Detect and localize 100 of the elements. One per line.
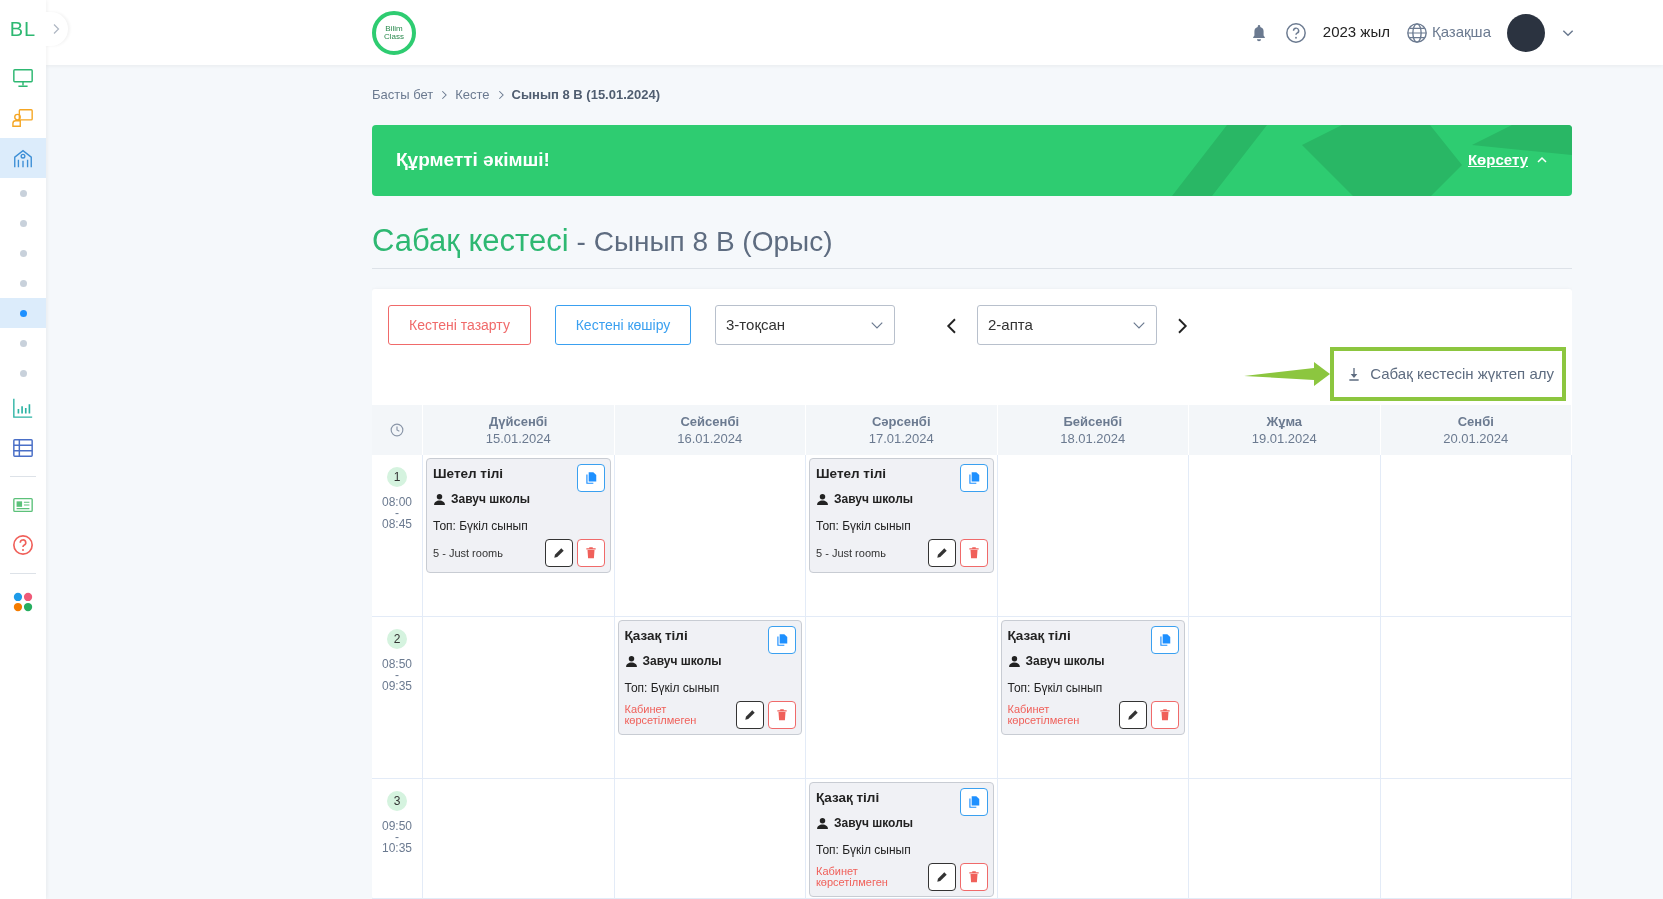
room-label: Кабинет көрсетілмеген <box>816 866 889 889</box>
globe-icon[interactable] <box>1405 21 1428 44</box>
copy-button[interactable] <box>959 788 988 816</box>
copy-icon <box>775 633 789 647</box>
language-selector[interactable]: Қазақша <box>1431 21 1491 44</box>
schedule-cell[interactable] <box>1189 617 1381 779</box>
day-date: 18.01.2024 <box>1060 430 1126 447</box>
trash-icon <box>775 708 789 723</box>
pencil-icon <box>1126 708 1140 723</box>
year-selector[interactable]: 2023 жыл <box>1322 21 1390 44</box>
trash-icon <box>966 546 981 561</box>
breadcrumb-item[interactable]: Кесте <box>455 85 490 105</box>
edit-button[interactable] <box>927 539 956 568</box>
schedule-cell[interactable]: Шетел тілі Завуч школы Топ: Бүкіл сынып 5 - Just roomь <box>423 455 615 617</box>
page-subtitle: - Сынып 8 В (Орыс) <box>576 224 833 259</box>
day-date: 20.01.2024 <box>1443 430 1509 447</box>
group-label: Топ: Бүкіл сынып <box>816 842 912 860</box>
help-icon <box>12 534 34 556</box>
schedule-cell[interactable] <box>806 617 998 779</box>
day-name: Дүйсенбі <box>489 413 548 430</box>
edit-button[interactable] <box>736 701 764 730</box>
schedule-cell[interactable] <box>614 779 806 899</box>
schedule-cell[interactable] <box>1380 617 1572 779</box>
pencil-icon <box>743 708 757 723</box>
copy-button[interactable] <box>768 626 796 654</box>
help-icon[interactable] <box>1284 21 1307 44</box>
copy-button[interactable] <box>576 464 605 492</box>
edit-button[interactable] <box>544 539 573 568</box>
table-icon <box>12 437 34 459</box>
person-icon <box>816 816 829 830</box>
subject-name: Шетел тілі <box>433 465 505 483</box>
schedule-cell[interactable] <box>1189 455 1381 617</box>
day-name: Жұма <box>1266 413 1303 430</box>
app-logo: BL <box>8 17 38 42</box>
schedule-cell[interactable] <box>614 455 806 617</box>
schedule-cell[interactable]: Шетел тілі Завуч школы Топ: Бүкіл сынып 5 - Just roomь <box>806 455 998 617</box>
copy-icon <box>966 471 981 485</box>
day-date: 16.01.2024 <box>677 430 743 447</box>
download-link[interactable]: Сабақ кестесін жүктеп алу <box>1330 347 1566 401</box>
chevron-right-icon <box>439 89 450 100</box>
clock-icon <box>390 423 404 437</box>
person-icon <box>624 654 638 668</box>
banner-title: Құрметті әкімші! <box>396 147 550 172</box>
trash-icon <box>583 546 598 561</box>
day-name: Сейсенбі <box>680 413 740 430</box>
teacher-name: Завуч школы <box>834 491 913 509</box>
room-label: Кабинет көрсетілмеген <box>624 704 698 727</box>
day-name: Сенбі <box>1457 413 1494 430</box>
app-logo[interactable]: Bilim Class <box>372 10 416 55</box>
lesson-number: 3 <box>387 791 407 811</box>
trash-icon <box>1158 708 1172 723</box>
page-title: Сабақ кестесі <box>372 221 569 260</box>
day-name: Сәрсенбі <box>872 413 931 430</box>
sidebar-item[interactable] <box>0 138 46 178</box>
lesson-time: 08:50 - 09:35 <box>382 659 412 692</box>
monitor-icon <box>12 67 34 89</box>
group-label: Топ: Бүкіл сынып <box>433 518 529 536</box>
edit-button[interactable] <box>1119 701 1147 730</box>
lesson-time: 08:00 - 08:45 <box>382 497 412 530</box>
bar-chart-icon <box>12 397 34 419</box>
teacher-name: Завуч школы <box>642 653 722 671</box>
group-label: Топ: Бүкіл сынып <box>1007 680 1104 698</box>
schedule-cell[interactable] <box>1380 779 1572 899</box>
schedule-cell[interactable]: Қазақ тілі Завуч школы Топ: Бүкіл сынып Кабинет көрсетілмеген <box>806 779 998 899</box>
copy-icon <box>966 795 981 809</box>
week-select[interactable]: 2-апта <box>977 305 1157 345</box>
classroom-icon <box>12 107 34 129</box>
schedule-cell[interactable] <box>997 779 1189 899</box>
subject-name: Қазақ тілі <box>1007 627 1072 645</box>
pencil-icon <box>934 870 949 885</box>
lesson-number: 1 <box>387 467 407 487</box>
quarter-select[interactable]: 3-тоқсан <box>715 305 895 345</box>
person-icon <box>1007 654 1021 668</box>
breadcrumb-item: Сынып 8 В (15.01.2024) <box>511 86 661 105</box>
edit-button[interactable] <box>927 863 956 892</box>
room-label: 5 - Just roomь <box>433 547 503 559</box>
apps-icon <box>12 591 34 613</box>
schedule-cell[interactable] <box>1380 455 1572 617</box>
avatar[interactable] <box>1507 13 1545 52</box>
subject-name: Қазақ тілі <box>816 789 881 807</box>
schedule-cell[interactable] <box>1189 779 1381 899</box>
day-name: Бейсенбі <box>1063 413 1122 430</box>
person-icon <box>433 492 446 506</box>
schedule-cell[interactable] <box>423 779 615 899</box>
copy-button[interactable] <box>959 464 988 492</box>
room-label: Кабинет көрсетілмеген <box>1007 704 1081 727</box>
copy-icon <box>1158 633 1172 647</box>
school-icon <box>12 147 34 169</box>
schedule-cell[interactable] <box>423 617 615 779</box>
teacher-name: Завуч школы <box>451 491 530 509</box>
group-label: Топ: Бүкіл сынып <box>624 680 721 698</box>
day-date: 19.01.2024 <box>1251 430 1317 447</box>
schedule-cell[interactable] <box>997 455 1189 617</box>
teacher-name: Завуч школы <box>1025 653 1105 671</box>
copy-button[interactable] <box>1151 626 1179 654</box>
person-icon <box>816 492 829 506</box>
schedule-cell[interactable]: Қазақ тілі Завуч школы Топ: Бүкіл сынып Кабинет көрсетілмеген <box>614 617 806 779</box>
sidebar-item[interactable] <box>0 298 46 328</box>
breadcrumb-item[interactable]: Басты бет <box>372 85 434 105</box>
schedule-cell[interactable]: Қазақ тілі Завуч школы Топ: Бүкіл сынып Кабинет көрсетілмеген <box>997 617 1189 779</box>
